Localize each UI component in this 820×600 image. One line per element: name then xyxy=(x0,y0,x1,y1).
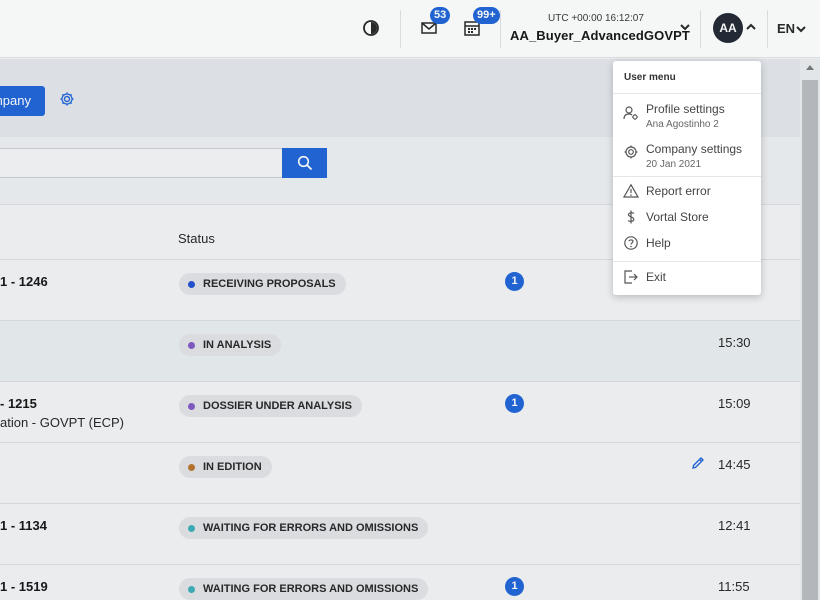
gear-icon xyxy=(624,145,638,159)
menu-item-exit[interactable]: Exit xyxy=(613,267,761,291)
user-menu: User menu Profile settings Ana Agostinho… xyxy=(613,61,761,295)
help-icon xyxy=(624,236,638,250)
notification-badge[interactable]: 1 xyxy=(505,577,524,596)
chevron-down-icon[interactable] xyxy=(795,23,807,35)
status-badge: DOSSIER UNDER ANALYSIS xyxy=(179,395,362,417)
header-divider xyxy=(767,10,768,48)
status-dot xyxy=(188,585,195,593)
gear-icon[interactable] xyxy=(59,91,75,107)
status-badge: WAITING FOR ERRORS AND OMISSIONS xyxy=(179,517,429,539)
table-row[interactable]: 1 - 1519 WAITING FOR ERRORS AND OMISSION… xyxy=(0,565,800,600)
table-row[interactable]: IN ANALYSIS 15:30 xyxy=(0,321,800,382)
top-header: 53 99+ UTC +00:00 16:12:07 AA_Buyer_Adva… xyxy=(0,0,820,58)
status-dot xyxy=(188,402,195,410)
row-reference[interactable]: 1 - 1246 xyxy=(0,274,48,289)
row-time: 15:30 xyxy=(718,335,751,350)
status-label: WAITING FOR ERRORS AND OMISSIONS xyxy=(203,583,419,595)
menu-item-label: Company settings xyxy=(646,142,743,156)
menu-divider xyxy=(613,176,761,177)
search-icon xyxy=(297,155,312,171)
menu-divider xyxy=(613,261,761,262)
header-divider xyxy=(500,10,501,48)
warning-icon xyxy=(623,183,639,198)
header-divider xyxy=(700,10,701,48)
contrast-icon[interactable] xyxy=(360,17,382,39)
menu-item-company-settings[interactable]: Company settings 20 Jan 2021 xyxy=(613,139,761,175)
header-divider xyxy=(400,10,401,48)
chevron-down-icon[interactable] xyxy=(678,20,692,34)
status-dot xyxy=(188,280,195,288)
username: AA_Buyer_AdvancedGOVPT xyxy=(510,28,690,43)
new-company-button[interactable]: ompany xyxy=(0,86,45,116)
menu-item-label: Report error xyxy=(646,184,711,198)
status-badge: IN EDITION xyxy=(179,456,272,478)
status-badge: IN ANALYSIS xyxy=(179,334,282,356)
scrollbar-thumb[interactable] xyxy=(802,80,818,600)
status-badge: WAITING FOR ERRORS AND OMISSIONS xyxy=(179,578,429,600)
mail-icon[interactable]: 53 xyxy=(418,7,451,39)
language-selector[interactable]: EN xyxy=(777,21,795,36)
pencil-icon[interactable] xyxy=(690,455,706,471)
row-time: 12:41 xyxy=(718,518,751,533)
menu-item-sublabel: Ana Agostinho 2 xyxy=(646,119,719,130)
mail-count-badge: 53 xyxy=(430,7,451,24)
logout-icon xyxy=(624,270,638,284)
search-button[interactable] xyxy=(282,148,327,178)
table-row[interactable]: - 1215 ation - GOVPT (ECP) DOSSIER UNDER… xyxy=(0,382,800,443)
dollar-icon xyxy=(627,210,635,224)
row-time: 11:55 xyxy=(718,579,750,594)
menu-divider xyxy=(613,93,761,94)
row-time: 14:45 xyxy=(718,457,751,472)
chevron-up-icon[interactable] xyxy=(745,21,757,33)
row-time: 15:09 xyxy=(718,396,751,411)
row-reference[interactable]: 1 - 1134 xyxy=(0,518,47,533)
status-label: IN EDITION xyxy=(203,461,262,473)
status-label: WAITING FOR ERRORS AND OMISSIONS xyxy=(203,522,419,534)
avatar[interactable]: AA xyxy=(713,13,743,43)
calendar-count-badge: 99+ xyxy=(473,7,500,24)
status-badge: RECEIVING PROPOSALS xyxy=(179,273,346,295)
column-header-status[interactable]: Status xyxy=(178,231,215,246)
scroll-up-arrow[interactable] xyxy=(806,65,814,70)
notification-badge[interactable]: 1 xyxy=(505,394,524,413)
table-row[interactable]: IN EDITION 14:45 xyxy=(0,443,800,504)
status-label: DOSSIER UNDER ANALYSIS xyxy=(203,400,352,412)
menu-item-label: Help xyxy=(646,236,671,250)
status-dot xyxy=(188,524,195,532)
status-dot xyxy=(188,463,195,471)
menu-item-report-error[interactable]: Report error xyxy=(613,181,761,205)
search-input[interactable] xyxy=(0,148,283,178)
status-label: RECEIVING PROPOSALS xyxy=(203,278,336,290)
user-menu-title: User menu xyxy=(624,72,676,83)
menu-item-sublabel: 20 Jan 2021 xyxy=(646,159,702,170)
menu-item-profile-settings[interactable]: Profile settings Ana Agostinho 2 xyxy=(613,99,761,135)
status-dot xyxy=(188,341,195,349)
notification-badge[interactable]: 1 xyxy=(505,272,524,291)
scrollbar[interactable] xyxy=(800,59,820,600)
menu-item-label: Profile settings xyxy=(646,102,725,116)
utc-clock: UTC +00:00 16:12:07 xyxy=(548,13,644,24)
status-label: IN ANALYSIS xyxy=(203,339,272,351)
table-row[interactable]: 1 - 1134 WAITING FOR ERRORS AND OMISSION… xyxy=(0,504,800,565)
row-reference[interactable]: - 1215 xyxy=(0,396,37,411)
calendar-icon[interactable]: 99+ xyxy=(461,7,500,39)
row-reference[interactable]: 1 - 1519 xyxy=(0,579,48,594)
menu-item-vortal-store[interactable]: Vortal Store xyxy=(613,207,761,231)
menu-item-label: Exit xyxy=(646,270,667,284)
menu-item-label: Vortal Store xyxy=(646,210,709,224)
menu-item-help[interactable]: Help xyxy=(613,233,761,257)
user-gear-icon xyxy=(623,106,638,120)
row-description: ation - GOVPT (ECP) xyxy=(0,415,125,430)
